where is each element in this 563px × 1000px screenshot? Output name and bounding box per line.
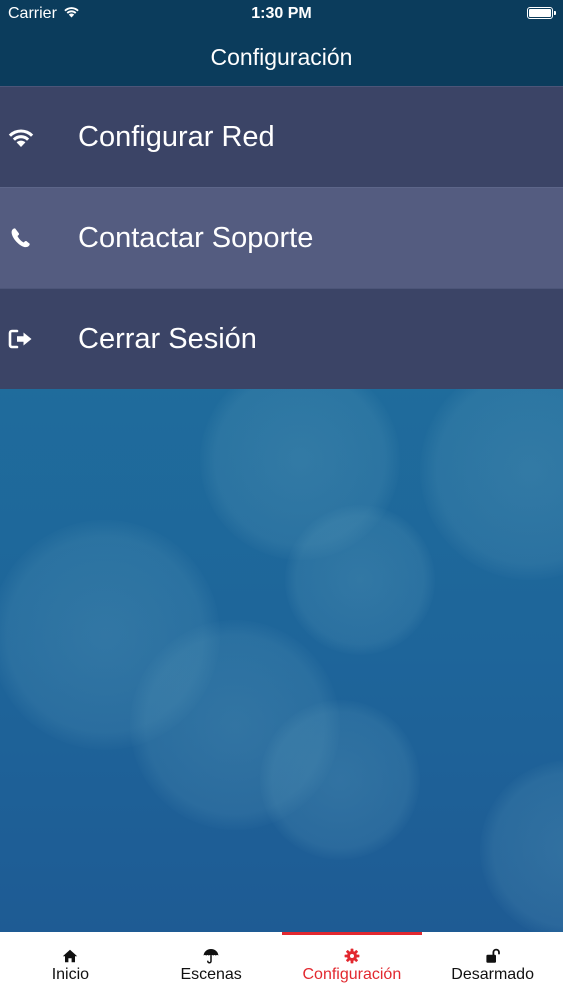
phone-icon: [0, 226, 60, 250]
unlock-icon: [485, 948, 501, 964]
menu-item-contactar-soporte[interactable]: Contactar Soporte: [0, 187, 563, 288]
menu-item-label: Contactar Soporte: [78, 221, 314, 254]
tab-inicio[interactable]: Inicio: [0, 932, 141, 1000]
wifi-icon: [0, 125, 60, 149]
umbrella-icon: [203, 948, 219, 964]
menu-item-cerrar-sesion[interactable]: Cerrar Sesión: [0, 288, 563, 389]
bokeh-circle: [420, 360, 563, 580]
tab-desarmado[interactable]: Desarmado: [422, 932, 563, 1000]
clock: 1:30 PM: [251, 5, 312, 22]
bokeh-circle: [480, 760, 563, 932]
tab-label: Inicio: [51, 966, 90, 983]
battery-icon: [527, 7, 556, 19]
menu-item-configurar-red[interactable]: Configurar Red: [0, 86, 563, 187]
gear-icon: [344, 948, 360, 964]
menu-item-label: Cerrar Sesión: [78, 322, 257, 355]
tab-label: Escenas: [180, 966, 242, 983]
page-title: Configuración: [210, 43, 353, 70]
tab-label: Desarmado: [451, 966, 534, 983]
logout-icon: [0, 328, 60, 350]
bokeh-circle: [260, 700, 420, 860]
bokeh-circle: [200, 360, 400, 560]
home-icon: [62, 948, 78, 964]
app-screen: Carrier 1:30 PM Configuración Configurar…: [0, 0, 563, 1000]
tab-escenas[interactable]: Escenas: [141, 932, 282, 1000]
tab-configuracion[interactable]: Configuración: [281, 932, 423, 1000]
navigation-bar: Configuración: [0, 28, 563, 86]
tab-label: Configuración: [302, 966, 402, 983]
menu-item-label: Configurar Red: [78, 120, 275, 153]
status-bar: Carrier 1:30 PM: [0, 0, 563, 28]
settings-menu: Configurar Red Contactar Soporte Cerrar …: [0, 86, 563, 389]
tab-bar: Inicio Escenas Configuración Desarmado: [0, 932, 563, 1000]
